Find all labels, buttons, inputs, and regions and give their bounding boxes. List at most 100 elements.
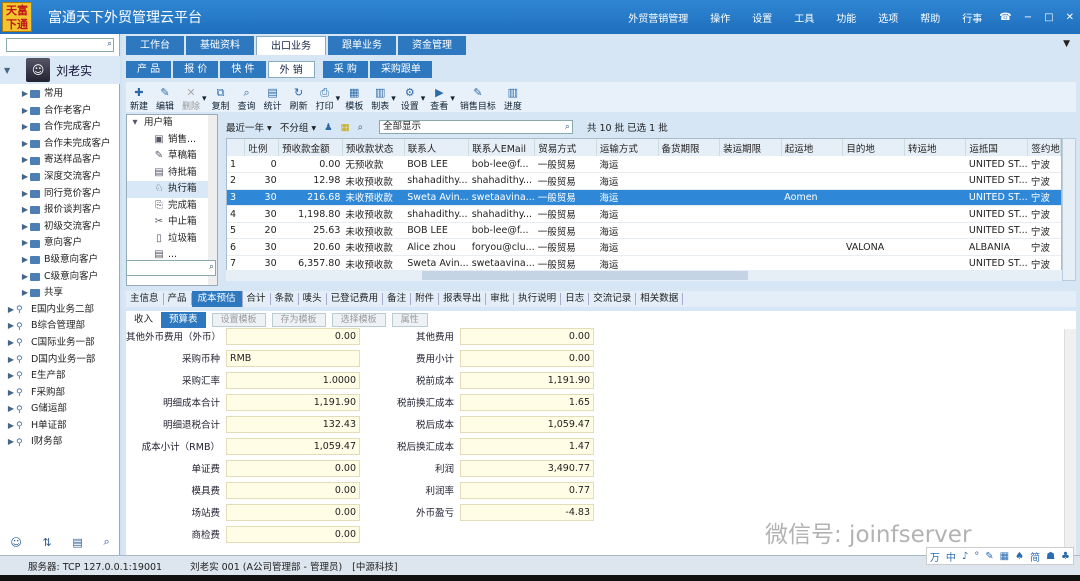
detail-tab[interactable]: 已登记费用: [327, 293, 384, 305]
search-icon[interactable]: ⌕: [209, 262, 214, 272]
expand-arrow-icon[interactable]: ▶: [6, 418, 16, 435]
user-icon[interactable]: ☺: [10, 536, 21, 549]
expand-arrow-icon[interactable]: ▶: [20, 103, 30, 120]
detail-tab[interactable]: 相关数据: [636, 293, 684, 305]
form-value-field[interactable]: 0.00: [226, 525, 360, 543]
sync-icon[interactable]: ⇅: [42, 536, 51, 549]
left-search-input[interactable]: ⌕: [6, 38, 114, 52]
form-value-field[interactable]: 1.47: [460, 437, 594, 455]
expand-arrow-icon[interactable]: ▶: [6, 368, 16, 385]
column-header[interactable]: 备货期限: [658, 139, 721, 156]
expand-arrow-icon[interactable]: ▶: [20, 285, 30, 302]
top-tab[interactable]: 工作台: [126, 36, 184, 55]
tree-item[interactable]: ▶ 同行竞价客户: [0, 186, 120, 203]
column-header[interactable]: 转运地: [904, 139, 967, 156]
chevron-down-icon[interactable]: ▾: [421, 94, 426, 104]
form-value-field[interactable]: -4.83: [460, 503, 594, 521]
template-button[interactable]: 设置模板: [211, 313, 266, 327]
form-value-field[interactable]: 0.00: [226, 459, 360, 477]
tree-item[interactable]: ▶ ⚲ G储运部: [0, 401, 120, 418]
sub-tab[interactable]: 产 品: [126, 61, 172, 78]
detail-tab[interactable]: 审批: [486, 293, 515, 305]
folder-item[interactable]: ✎ 草稿箱: [127, 148, 217, 165]
tree-item[interactable]: ▶ C级意向客户: [0, 269, 120, 286]
top-tab[interactable]: 出口业务: [256, 36, 326, 55]
column-header[interactable]: 运抵国: [965, 139, 1029, 156]
form-value-field[interactable]: 0.00: [226, 327, 360, 345]
toolbar-refresh-button[interactable]: ↻ 刷新: [290, 86, 308, 112]
detail-tab[interactable]: 产品: [164, 293, 192, 305]
top-tab[interactable]: 跟单业务: [328, 36, 396, 55]
expand-arrow-icon[interactable]: ▶: [6, 318, 16, 335]
header-menu-item[interactable]: 外贸营销管理: [628, 10, 688, 25]
form-value-field[interactable]: 1,059.47: [460, 415, 594, 433]
tree-item[interactable]: ▶ 报价谈判客户: [0, 202, 120, 219]
toolbar-stats-button[interactable]: ▤ 统计: [264, 86, 282, 112]
ime-icon[interactable]: 简: [1030, 549, 1040, 564]
tree-item[interactable]: ▶ 共享: [0, 285, 120, 302]
column-header[interactable]: 吐例: [244, 139, 280, 156]
detail-tab[interactable]: 附件: [411, 293, 440, 305]
column-header[interactable]: 目的地: [842, 139, 905, 156]
expand-arrow-icon[interactable]: ▶: [20, 86, 30, 103]
expand-arrow-icon[interactable]: ▶: [6, 434, 16, 451]
search-icon[interactable]: ⌕: [107, 39, 112, 49]
toolbar-new-button[interactable]: ✚ 新建: [130, 86, 148, 112]
form-value-field[interactable]: 1.0000: [226, 371, 360, 389]
toolbar-target-button[interactable]: ✎ 销售目标: [460, 86, 496, 112]
chevron-down-icon[interactable]: ▾: [391, 94, 396, 104]
sub-tab[interactable]: 外 销: [267, 61, 315, 78]
template-button[interactable]: 属性: [391, 313, 428, 327]
current-user[interactable]: ▼ ☺ 刘老实: [0, 56, 120, 84]
column-header[interactable]: 预收款状态: [342, 139, 405, 156]
expand-arrow-icon[interactable]: ▶: [20, 119, 30, 136]
sub-tab[interactable]: 报 价: [173, 61, 219, 78]
ime-icon[interactable]: ♠: [1015, 551, 1024, 562]
form-value-field[interactable]: 0.00: [226, 503, 360, 521]
search-icon[interactable]: ⌕: [565, 121, 570, 133]
folder-item[interactable]: ✂ 中止箱: [127, 214, 217, 231]
folder-item[interactable]: ▯ 垃圾箱: [127, 231, 217, 248]
scroll-thumb[interactable]: [422, 271, 748, 280]
person-icon[interactable]: ♟: [324, 122, 333, 133]
expand-arrow-icon[interactable]: ▶: [6, 401, 16, 418]
expand-arrow-icon[interactable]: ▶: [20, 186, 30, 203]
ime-icon[interactable]: ♣: [1061, 551, 1070, 562]
ime-icon[interactable]: ♪: [962, 551, 968, 562]
header-menu-item[interactable]: 选项: [878, 10, 898, 25]
toolbar-progress-button[interactable]: ▥ 进度: [504, 86, 522, 112]
folder-item[interactable]: ♘ 执行箱: [127, 181, 217, 198]
toolbar-template-button[interactable]: ▦ 模板: [345, 86, 363, 112]
tree-item[interactable]: ▶ 合作未完成客户: [0, 136, 120, 153]
folder-item[interactable]: ⎘ 完成箱: [127, 198, 217, 215]
tree-item[interactable]: ▶ B级意向客户: [0, 252, 120, 269]
detail-tab[interactable]: 成本预估: [191, 291, 243, 307]
column-header[interactable]: [227, 139, 246, 156]
detail-tab[interactable]: 主信息: [126, 293, 164, 305]
list-icon[interactable]: ▤: [72, 536, 82, 549]
tree-item[interactable]: ▶ ⚲ B综合管理部: [0, 318, 120, 335]
expand-arrow-icon[interactable]: ▶: [20, 202, 30, 219]
search-icon[interactable]: ⌕: [358, 122, 363, 133]
window-control-icon[interactable]: □: [1044, 12, 1053, 23]
detail-tab[interactable]: 备注: [383, 293, 412, 305]
template-button[interactable]: 存为模板: [271, 313, 326, 327]
ime-icon[interactable]: ✎: [985, 551, 993, 562]
form-value-field[interactable]: 1,059.47: [226, 437, 360, 455]
sub-tab[interactable]: 采 购: [322, 61, 368, 78]
detail-tab[interactable]: 日志: [561, 293, 590, 305]
tree-item[interactable]: ▶ ⚲ D国内业务一部: [0, 352, 120, 369]
chevron-down-icon[interactable]: ▾: [202, 94, 207, 104]
toolbar-copy-button[interactable]: ⧉ 复制: [212, 86, 230, 112]
folder-item[interactable]: ▾ 用户箱: [127, 115, 217, 132]
expand-arrow-icon[interactable]: ▶: [6, 302, 16, 319]
period-select[interactable]: 最近一年 ▾: [226, 120, 272, 134]
tree-item[interactable]: ▶ 寄送样品客户: [0, 152, 120, 169]
tree-item[interactable]: ▶ ⚲ E生产部: [0, 368, 120, 385]
expand-arrow-icon[interactable]: ▶: [20, 235, 30, 252]
detail-tab[interactable]: 合计: [243, 293, 271, 305]
toolbar-edit-button[interactable]: ✎ 编辑: [156, 86, 174, 112]
toolbar-view-button[interactable]: ▶ 查看: [430, 86, 448, 112]
tree-item[interactable]: ▶ 初级交流客户: [0, 219, 120, 236]
window-control-icon[interactable]: ✕: [1066, 12, 1074, 23]
